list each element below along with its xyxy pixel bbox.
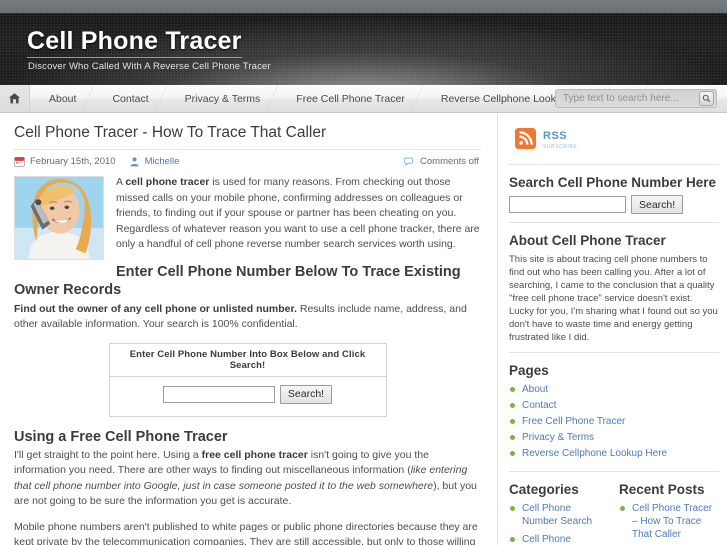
home-icon: [8, 93, 21, 104]
rss-sublabel: SUBSCRIBE: [543, 144, 578, 150]
list-item[interactable]: Privacy & Terms: [509, 431, 719, 447]
pages-list: About Contact Free Cell Phone Tracer Pri…: [509, 383, 719, 463]
pages-link-about[interactable]: About: [522, 384, 548, 395]
post-date-group: February 15th, 2010: [14, 156, 116, 167]
pages-link-privacy-terms[interactable]: Privacy & Terms: [522, 432, 594, 443]
list-item[interactable]: Cell Phone Number Tracer: [509, 533, 609, 545]
widget-categories-recent: Categories Cell Phone Number Search Cell…: [509, 471, 719, 545]
page-title: Cell Phone Tracer - How To Trace That Ca…: [14, 124, 327, 141]
rss-subscribe-link[interactable]: RSS SUBSCRIBE: [509, 124, 719, 156]
intro-bold: cell phone tracer: [125, 176, 210, 188]
rss-text-block: RSS SUBSCRIBE: [543, 126, 577, 150]
recent-posts-list: Cell Phone Tracer – How To Trace That Ca…: [619, 502, 719, 545]
list-item[interactable]: Reverse Cellphone Lookup Here: [509, 447, 719, 463]
sidebar-search-button[interactable]: Search!: [631, 195, 684, 214]
phone-search-form-row: Search!: [110, 377, 386, 416]
nav-item-list: About Contact Privacy & Terms Free Cell …: [30, 85, 648, 112]
categories-column: Categories Cell Phone Number Search Cell…: [509, 481, 609, 545]
phone-search-button[interactable]: Search!: [279, 384, 333, 404]
rss-icon: [515, 127, 536, 149]
mobile-numbers-paragraph: Mobile phone numbers aren't published to…: [14, 520, 478, 545]
sidebar-search-row: Search!: [509, 195, 719, 214]
search-submit-button[interactable]: [699, 91, 714, 106]
comment-bubble-icon: [404, 157, 414, 166]
top-background-strip: [0, 0, 727, 13]
post-comments-group: Comments off: [404, 156, 479, 167]
nav-item-label: Contact: [112, 92, 149, 105]
list-item[interactable]: Cell Phone Number Search: [509, 502, 609, 533]
list-item[interactable]: Contact: [509, 399, 719, 415]
post-meta: February 15th, 2010 Michelle Comments of…: [14, 149, 481, 168]
category-link-cell-phone-number-tracer[interactable]: Cell Phone Number Tracer: [522, 534, 589, 545]
page-body: Cell Phone Tracer - How To Trace That Ca…: [0, 114, 727, 545]
rss-label: RSS: [543, 130, 568, 142]
post-date: February 15th, 2010: [30, 156, 116, 167]
pages-link-free-cell-phone-tracer[interactable]: Free Cell Phone Tracer: [522, 416, 625, 427]
list-item[interactable]: Cell Phone Tracer – How To Trace That Ca…: [619, 502, 719, 545]
nav-item-home[interactable]: [0, 85, 30, 112]
category-link-cell-phone-number-search[interactable]: Cell Phone Number Search: [522, 503, 592, 527]
woman-on-cellphone-photo: [15, 177, 103, 259]
phone-search-form: Enter Cell Phone Number Into Box Below a…: [108, 342, 387, 417]
widget-search: Search Cell Phone Number Here Search!: [509, 164, 719, 222]
user-icon: [129, 157, 139, 167]
sidebar-search-input[interactable]: [509, 196, 626, 213]
search-icon: [702, 94, 711, 103]
post-body: A cell phone tracer is used for many rea…: [14, 175, 481, 545]
post-author-group: Michelle: [129, 156, 180, 167]
site-branding[interactable]: Cell Phone Tracer Discover Who Called Wi…: [27, 27, 271, 72]
intro-lead: A: [116, 176, 126, 188]
header-search[interactable]: [555, 89, 717, 108]
phone-number-input[interactable]: [162, 385, 275, 403]
post-author-link[interactable]: Michelle: [145, 156, 180, 167]
nav-item-label: Free Cell Phone Tracer: [296, 92, 405, 105]
nav-item-free-cell-phone-tracer[interactable]: Free Cell Phone Tracer: [277, 85, 423, 112]
using-bold: free cell phone tracer: [201, 448, 308, 461]
recent-posts-column: Recent Posts Cell Phone Tracer – How To …: [619, 481, 719, 545]
site-tagline: Discover Who Called With A Reverse Cell …: [28, 61, 271, 72]
widget-search-title: Search Cell Phone Number Here: [509, 175, 717, 190]
widget-pages: Pages About Contact Free Cell Phone Trac…: [509, 352, 719, 471]
find-bold: Find out the owner of any cell phone or …: [14, 302, 297, 315]
widget-categories-title: Categories: [509, 482, 579, 497]
main-content: Cell Phone Tracer - How To Trace That Ca…: [0, 114, 497, 545]
nav-item-contact[interactable]: Contact: [93, 85, 167, 112]
two-column-widgets: Categories Cell Phone Number Search Cell…: [509, 481, 719, 545]
page-root: Cell Phone Tracer Discover Who Called Wi…: [0, 0, 727, 545]
nav-item-privacy-terms[interactable]: Privacy & Terms: [166, 85, 278, 112]
nav-item-label: Privacy & Terms: [184, 92, 261, 105]
find-owner-paragraph: Find out the owner of any cell phone or …: [14, 302, 481, 333]
site-header: Cell Phone Tracer Discover Who Called Wi…: [0, 13, 727, 85]
search-input[interactable]: [563, 91, 699, 106]
sidebar: RSS SUBSCRIBE Search Cell Phone Number H…: [497, 114, 727, 545]
widget-rss: RSS SUBSCRIBE: [509, 124, 719, 164]
list-item[interactable]: About: [509, 383, 719, 399]
heading-using-free-tracer: Using a Free Cell Phone Tracer: [14, 428, 228, 445]
using-a: I'll get straight to the point here. Usi…: [14, 448, 202, 461]
about-paragraph-2: Lucky for you, I'm sharing what I found …: [509, 306, 718, 343]
widget-pages-title: Pages: [509, 363, 549, 378]
pages-link-contact[interactable]: Contact: [522, 400, 556, 411]
pages-link-reverse-cellphone-lookup[interactable]: Reverse Cellphone Lookup Here: [522, 448, 667, 459]
calendar-icon: [14, 157, 25, 167]
nav-item-label: About: [49, 92, 77, 105]
recent-post-link-1[interactable]: Cell Phone Tracer – How To Trace That Ca…: [632, 503, 712, 540]
post-thumbnail[interactable]: [14, 176, 104, 260]
widget-recent-posts-title: Recent Posts: [619, 482, 705, 497]
site-title[interactable]: Cell Phone Tracer: [27, 27, 242, 58]
widget-about: About Cell Phone Tracer This site is abo…: [509, 222, 719, 352]
categories-list: Cell Phone Number Search Cell Phone Numb…: [509, 502, 609, 545]
phone-search-form-title: Enter Cell Phone Number Into Box Below a…: [109, 344, 386, 377]
widget-about-title: About Cell Phone Tracer: [509, 233, 666, 248]
about-paragraph-1: This site is about tracing cell phone nu…: [509, 254, 715, 304]
nav-item-about[interactable]: About: [30, 85, 95, 112]
heading-enter-number: Enter Cell Phone Number Below To Trace E…: [14, 263, 461, 298]
list-item[interactable]: Free Cell Phone Tracer: [509, 415, 719, 431]
comments-status: Comments off: [420, 156, 479, 167]
main-navigation: About Contact Privacy & Terms Free Cell …: [0, 85, 727, 113]
using-paragraph: I'll get straight to the point here. Usi…: [14, 448, 481, 510]
